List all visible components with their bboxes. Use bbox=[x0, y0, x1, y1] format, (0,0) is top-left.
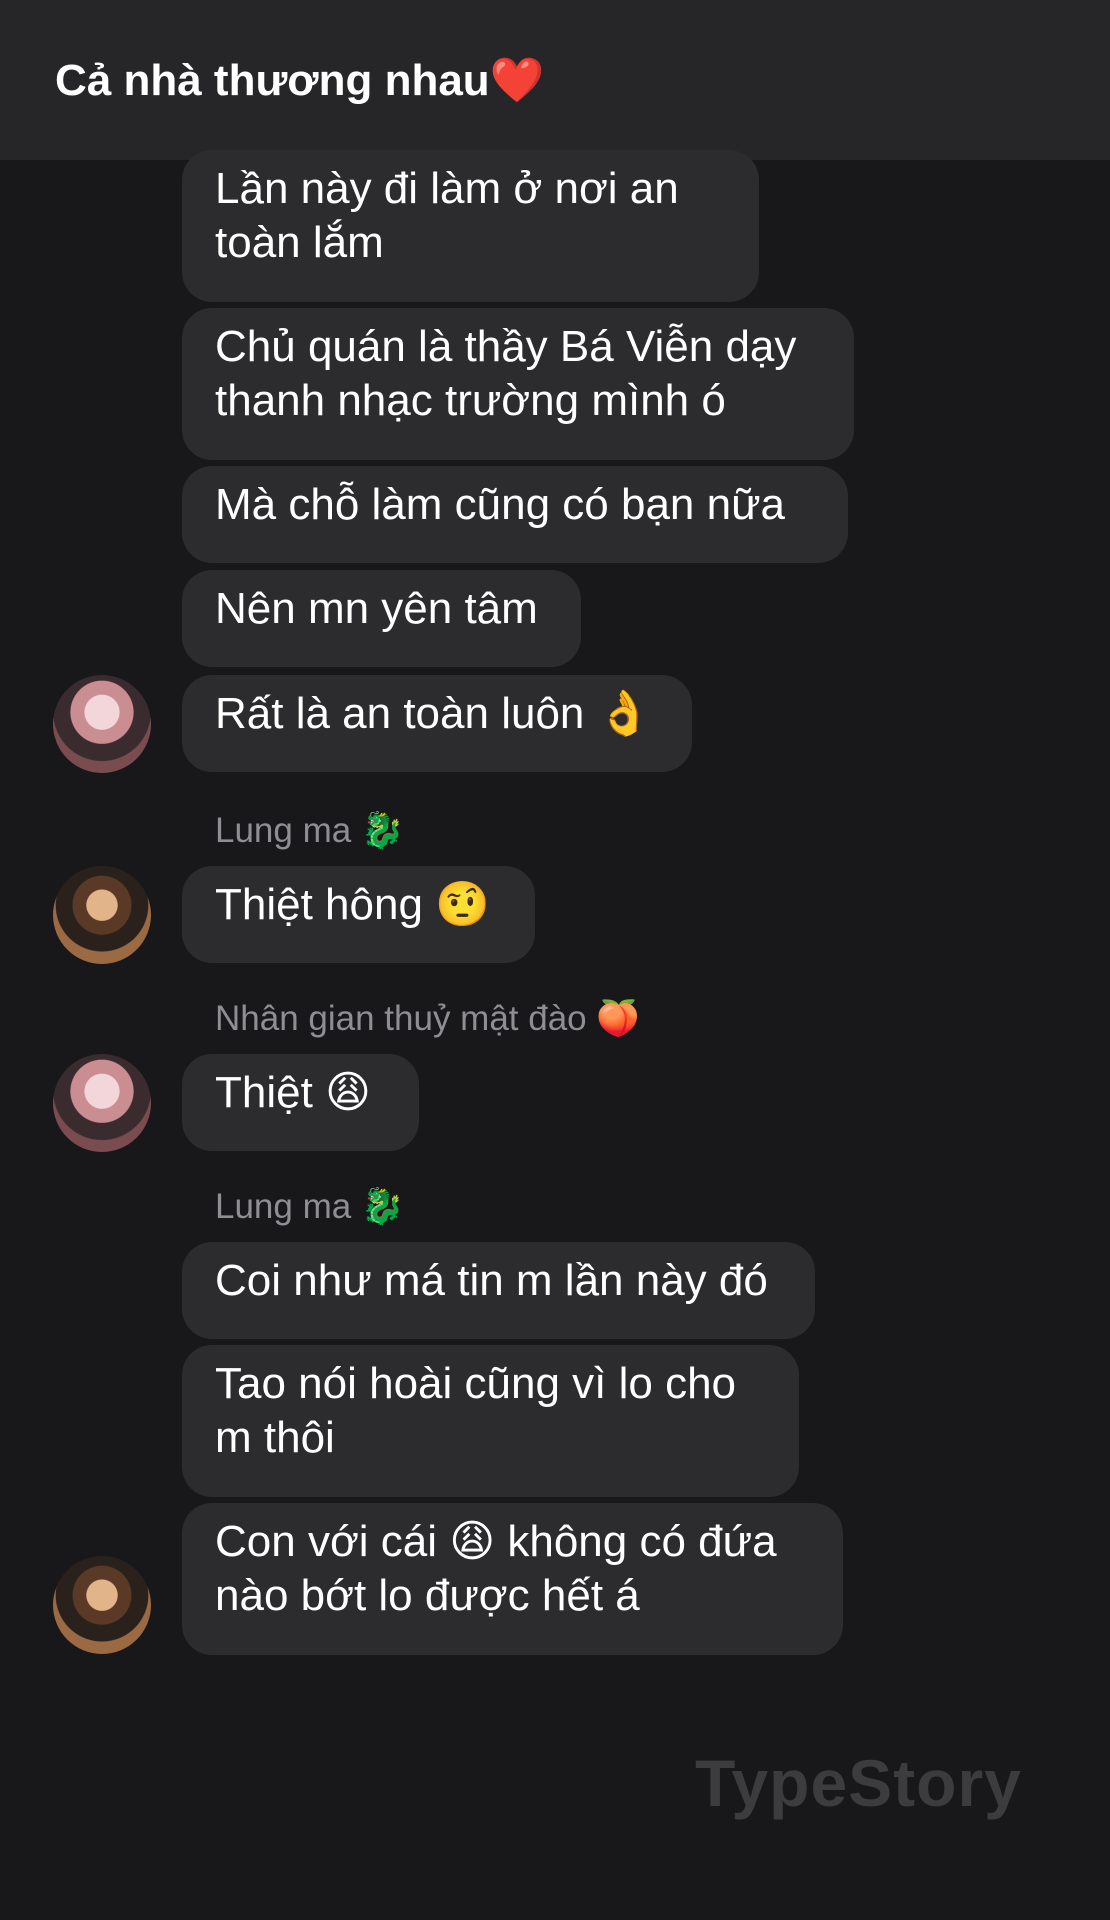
message-bubble[interactable]: Tao nói hoài cũng vì lo cho m thôi bbox=[182, 1345, 799, 1497]
avatar[interactable] bbox=[53, 1054, 151, 1152]
message-bubble[interactable]: Mà chỗ làm cũng có bạn nữa bbox=[182, 466, 848, 563]
message-bubble[interactable]: Nên mn yên tâm bbox=[182, 570, 581, 667]
sender-name: Nhân gian thuỷ mật đào 🍑 bbox=[215, 999, 640, 1038]
chat-header: Cả nhà thương nhau❤️ bbox=[0, 0, 1110, 160]
message-bubble[interactable]: Con với cái 😩 không có đứa nào bớt lo đư… bbox=[182, 1503, 843, 1655]
avatar[interactable] bbox=[53, 866, 151, 964]
chat-title[interactable]: Cả nhà thương nhau❤️ bbox=[55, 54, 544, 106]
message-bubble[interactable]: Rất là an toàn luôn 👌 bbox=[182, 675, 692, 772]
message-bubble[interactable]: Thiệt 😩 bbox=[182, 1054, 419, 1151]
sender-name: Lung ma 🐉 bbox=[215, 1187, 405, 1226]
message-bubble[interactable]: Thiệt hông 🤨 bbox=[182, 866, 535, 963]
message-bubble[interactable]: Coi như má tin m lần này đó bbox=[182, 1242, 815, 1339]
watermark-logo: TypeStory bbox=[695, 1746, 1022, 1820]
message-bubble[interactable]: Chủ quán là thầy Bá Viễn dạy thanh nhạc … bbox=[182, 308, 854, 460]
avatar[interactable] bbox=[53, 1556, 151, 1654]
message-bubble[interactable]: Lần này đi làm ở nơi an toàn lắm bbox=[182, 150, 759, 302]
sender-name: Lung ma 🐉 bbox=[215, 811, 405, 850]
avatar[interactable] bbox=[53, 675, 151, 773]
